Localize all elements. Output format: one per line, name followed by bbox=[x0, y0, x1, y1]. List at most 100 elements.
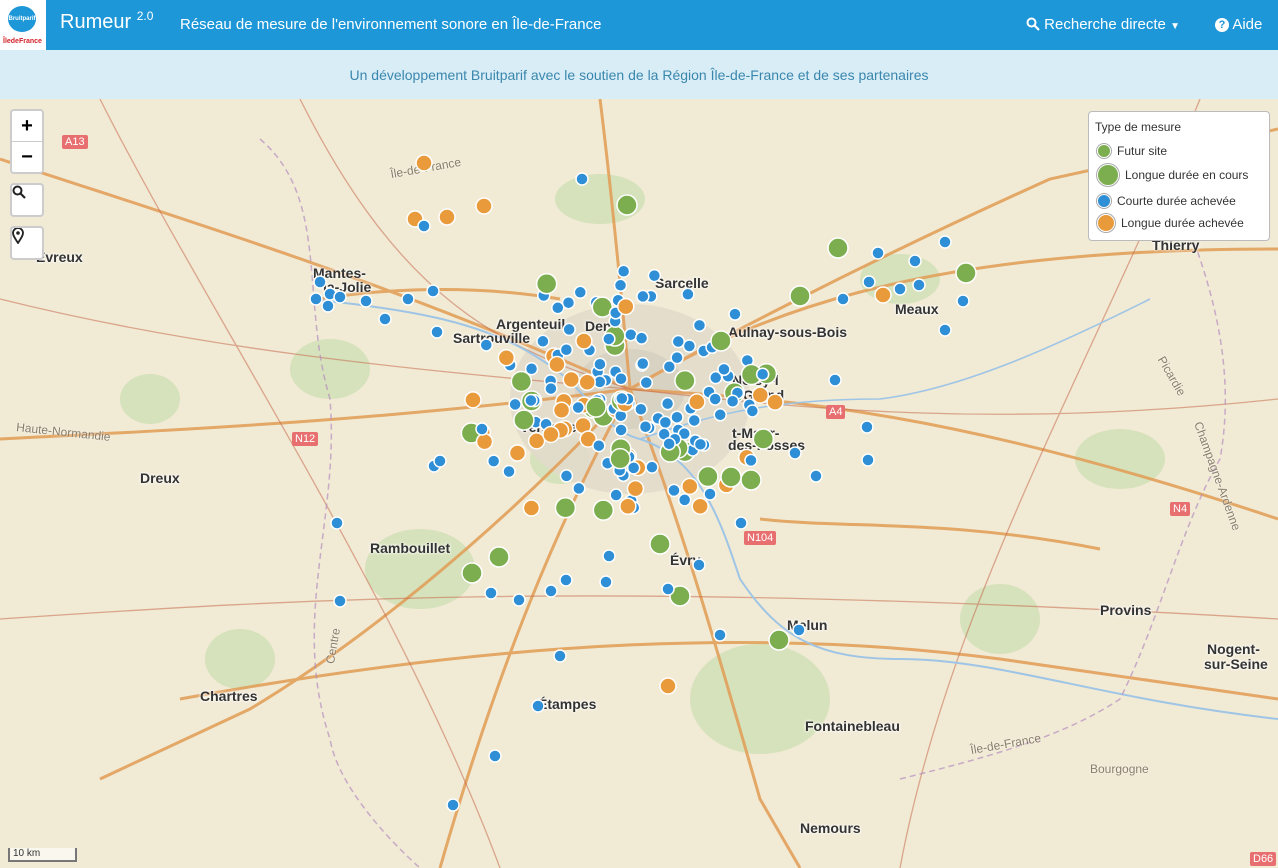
measurement-site-marker[interactable] bbox=[475, 422, 489, 436]
measurement-site-marker[interactable] bbox=[592, 438, 606, 453]
measurement-site-marker[interactable] bbox=[461, 562, 483, 584]
measurement-site-marker[interactable] bbox=[619, 497, 637, 516]
measurement-site-marker[interactable] bbox=[725, 394, 740, 408]
measurement-site-marker[interactable] bbox=[535, 272, 558, 295]
measurement-site-marker[interactable] bbox=[671, 334, 686, 349]
measurement-site-marker[interactable] bbox=[508, 444, 527, 462]
help-link[interactable]: ? Aide bbox=[1215, 16, 1262, 33]
measurement-site-marker[interactable] bbox=[938, 323, 952, 337]
measurement-site-marker[interactable] bbox=[792, 623, 806, 637]
measurement-site-marker[interactable] bbox=[524, 393, 538, 408]
measurement-site-marker[interactable] bbox=[836, 292, 850, 306]
measurement-site-marker[interactable] bbox=[912, 278, 926, 292]
measurement-site-marker[interactable] bbox=[446, 798, 460, 812]
measurement-site-marker[interactable] bbox=[755, 367, 770, 381]
measurement-site-marker[interactable] bbox=[745, 404, 760, 418]
measurement-site-marker[interactable] bbox=[626, 479, 645, 498]
measurement-site-marker[interactable] bbox=[649, 533, 671, 555]
measurement-site-marker[interactable] bbox=[575, 332, 593, 350]
measurement-site-marker[interactable] bbox=[614, 423, 628, 437]
measurement-site-marker[interactable] bbox=[531, 699, 545, 713]
measurement-site-marker[interactable] bbox=[728, 307, 742, 321]
measurement-site-marker[interactable] bbox=[693, 437, 708, 452]
measurement-site-marker[interactable] bbox=[708, 392, 722, 406]
measurement-site-marker[interactable] bbox=[789, 285, 811, 307]
measurement-site-marker[interactable] bbox=[860, 420, 874, 434]
measurement-site-marker[interactable] bbox=[688, 393, 706, 411]
app-title[interactable]: Rumeur 2.0 bbox=[60, 9, 153, 34]
measurement-site-marker[interactable] bbox=[638, 419, 653, 434]
measurement-site-marker[interactable] bbox=[554, 496, 577, 519]
measurement-site-marker[interactable] bbox=[871, 246, 885, 260]
measurement-site-marker[interactable] bbox=[551, 301, 565, 315]
measurement-site-marker[interactable] bbox=[544, 584, 558, 598]
measurement-site-marker[interactable] bbox=[616, 264, 631, 279]
measurement-site-marker[interactable] bbox=[599, 575, 613, 589]
measurement-site-marker[interactable] bbox=[562, 370, 581, 389]
measurement-site-marker[interactable] bbox=[575, 172, 589, 186]
measurement-site-marker[interactable] bbox=[592, 499, 615, 521]
measurement-site-marker[interactable] bbox=[681, 477, 699, 496]
measurement-site-marker[interactable] bbox=[768, 629, 790, 651]
measurement-site-marker[interactable] bbox=[559, 469, 574, 483]
measurement-site-marker[interactable] bbox=[752, 428, 775, 450]
measurement-site-marker[interactable] bbox=[956, 294, 970, 308]
measurement-site-marker[interactable] bbox=[660, 396, 675, 411]
measurement-site-marker[interactable] bbox=[552, 401, 571, 419]
measurement-site-marker[interactable] bbox=[486, 454, 501, 468]
measurement-site-marker[interactable] bbox=[687, 413, 702, 428]
locate-button[interactable] bbox=[10, 226, 44, 260]
measurement-site-marker[interactable] bbox=[677, 493, 692, 507]
map-search-button[interactable] bbox=[10, 183, 44, 217]
measurement-site-marker[interactable] bbox=[573, 285, 588, 300]
measurement-site-marker[interactable] bbox=[614, 371, 628, 386]
measurement-site-marker[interactable] bbox=[740, 469, 762, 491]
measurement-site-marker[interactable] bbox=[692, 558, 706, 572]
measurement-site-marker[interactable] bbox=[636, 289, 650, 304]
measurement-site-marker[interactable] bbox=[634, 331, 649, 345]
measurement-site-marker[interactable] bbox=[548, 355, 566, 374]
measurement-site-marker[interactable] bbox=[479, 338, 494, 352]
measurement-site-marker[interactable] bbox=[720, 466, 742, 488]
measurement-site-marker[interactable] bbox=[438, 208, 456, 226]
measurement-site-marker[interactable] bbox=[713, 628, 727, 642]
zoom-in-button[interactable]: + bbox=[12, 111, 42, 142]
measurement-site-marker[interactable] bbox=[662, 437, 676, 451]
measurement-site-marker[interactable] bbox=[613, 278, 628, 293]
measurement-site-marker[interactable] bbox=[734, 516, 748, 530]
measurement-site-marker[interactable] bbox=[828, 373, 842, 387]
measurement-site-marker[interactable] bbox=[578, 373, 596, 392]
measurement-site-marker[interactable] bbox=[378, 312, 392, 326]
measurement-site-marker[interactable] bbox=[703, 487, 717, 501]
measurement-site-marker[interactable] bbox=[415, 154, 433, 172]
measurement-site-marker[interactable] bbox=[475, 432, 494, 451]
measurement-site-marker[interactable] bbox=[602, 332, 616, 346]
measurement-site-marker[interactable] bbox=[562, 322, 576, 337]
measurement-site-marker[interactable] bbox=[585, 396, 607, 418]
measurement-site-marker[interactable] bbox=[659, 677, 677, 695]
measurement-site-marker[interactable] bbox=[639, 375, 654, 390]
measurement-site-marker[interactable] bbox=[893, 282, 907, 296]
measurement-site-marker[interactable] bbox=[321, 299, 335, 313]
measurement-site-marker[interactable] bbox=[502, 464, 516, 479]
measurement-site-marker[interactable] bbox=[809, 469, 823, 483]
measurement-site-marker[interactable] bbox=[692, 318, 707, 333]
measurement-site-marker[interactable] bbox=[717, 362, 731, 377]
measurement-site-marker[interactable] bbox=[645, 460, 659, 474]
measurement-site-marker[interactable] bbox=[658, 415, 673, 430]
map-view[interactable]: Île-de-France Haute-Normandie Centre Pic… bbox=[0, 99, 1278, 868]
measurement-site-marker[interactable] bbox=[938, 235, 952, 249]
measurement-site-marker[interactable] bbox=[710, 330, 732, 352]
measurement-site-marker[interactable] bbox=[497, 348, 516, 367]
measurement-site-marker[interactable] bbox=[661, 582, 675, 596]
measurement-site-marker[interactable] bbox=[667, 483, 681, 498]
measurement-site-marker[interactable] bbox=[682, 339, 697, 353]
measurement-site-marker[interactable] bbox=[309, 292, 323, 306]
measurement-site-marker[interactable] bbox=[713, 408, 727, 422]
measurement-site-marker[interactable] bbox=[510, 370, 533, 393]
measurement-site-marker[interactable] bbox=[634, 402, 648, 417]
measurement-site-marker[interactable] bbox=[417, 219, 431, 233]
measurement-site-marker[interactable] bbox=[615, 391, 629, 406]
zoom-out-button[interactable]: − bbox=[12, 142, 42, 172]
bruitparif-logo[interactable]: Bruitparif ÎledeFrance bbox=[0, 0, 46, 50]
